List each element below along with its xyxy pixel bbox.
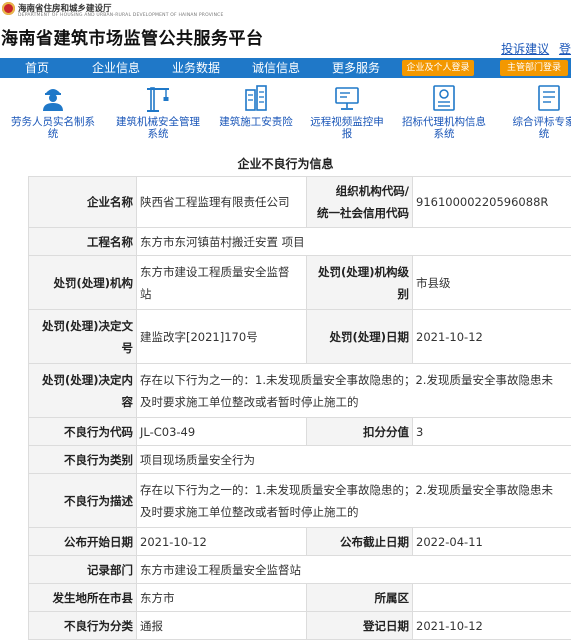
decision-doc-no-label: 处罚(处理)决定文号 — [29, 310, 137, 364]
quick-links: 劳务人员实名制系统 建筑机械安全管理系统 建筑施工安责险 — [0, 80, 571, 146]
table-row: 不良行为类别 项目现场质量安全行为 — [29, 446, 571, 474]
table-row: 工程名称 东方市东河镇苗村搬迁安置 项目 — [29, 228, 571, 256]
quick-link-label: 劳务人员实名制系统 — [0, 116, 106, 140]
register-date-value: 2021-10-12 — [413, 612, 571, 640]
crane-icon — [145, 84, 171, 112]
agency-level-value: 市县级 — [413, 256, 571, 310]
quick-link-label: 建筑施工安责险 — [210, 116, 302, 128]
decision-doc-no-value: 建监改字[2021]170号 — [137, 310, 307, 364]
quick-link-labor-realname[interactable]: 劳务人员实名制系统 — [0, 80, 106, 146]
district-label: 所属区 — [307, 584, 413, 612]
record-dept-value: 东方市建设工程质量安全监督站 — [137, 556, 571, 584]
login-link[interactable]: 登 — [559, 42, 571, 56]
table-row: 不良行为分类 通报 登记日期 2021-10-12 — [29, 612, 571, 640]
table-row: 不良行为描述 存在以下行为之一的：1.未发现质量安全事故隐患的；2.发现质量安全… — [29, 474, 571, 528]
worker-icon — [40, 84, 66, 112]
penalty-date-label: 处罚(处理)日期 — [307, 310, 413, 364]
behavior-code-label: 不良行为代码 — [29, 418, 137, 446]
main-nav: 首页 企业信息 业务数据 诚信信息 更多服务 企业及个人登录 主管部门登录 — [0, 58, 571, 78]
evaluation-expert-icon — [536, 84, 562, 112]
publish-start-label: 公布开始日期 — [29, 528, 137, 556]
company-name-value: 陕西省工程监理有限责任公司 — [137, 177, 307, 228]
penalty-date-value: 2021-10-12 — [413, 310, 571, 364]
table-row: 不良行为代码 JL-C03-49 扣分分值 3 — [29, 418, 571, 446]
nav-business-data[interactable]: 业务数据 — [172, 58, 220, 78]
agency-level-label: 处罚(处理)机构级别 — [307, 256, 413, 310]
company-name-label: 企业名称 — [29, 177, 137, 228]
header-links: 投诉建议 登 — [495, 40, 571, 57]
record-dept-label: 记录部门 — [29, 556, 137, 584]
table-row: 处罚(处理)机构 东方市建设工程质量安全监督站 处罚(处理)机构级别 市县级 — [29, 256, 571, 310]
quick-link-evaluation-expert[interactable]: 综合评标专家统 — [496, 80, 571, 146]
table-row: 公布开始日期 2021-10-12 公布截止日期 2022-04-11 — [29, 528, 571, 556]
behavior-category-label: 不良行为类别 — [29, 446, 137, 474]
behavior-classify-value: 通报 — [137, 612, 307, 640]
behavior-desc-value: 存在以下行为之一的：1.未发现质量安全事故隐患的；2.发现质量安全事故隐患未及时… — [137, 474, 571, 528]
video-monitor-icon — [334, 84, 360, 112]
decision-content-label: 处罚(处理)决定内容 — [29, 364, 137, 418]
nav-enterprise-info[interactable]: 企业信息 — [92, 58, 140, 78]
district-value — [413, 584, 571, 612]
deduct-points-value: 3 — [413, 418, 571, 446]
bad-behavior-detail-table: 企业名称 陕西省工程监理有限责任公司 组织机构代码/统一社会信用代码 91610… — [28, 176, 571, 640]
penalty-agency-label: 处罚(处理)机构 — [29, 256, 137, 310]
admin-login-button[interactable]: 主管部门登录 — [500, 60, 568, 76]
city-label: 发生地所在市县 — [29, 584, 137, 612]
quick-link-video-monitoring[interactable]: 远程视频监控申报 — [302, 80, 392, 146]
building-insurance-icon — [243, 84, 269, 112]
table-row: 记录部门 东方市建设工程质量安全监督站 — [29, 556, 571, 584]
department-name-en: DEPARTMENT OF HOUSING AND URBAN-RURAL DE… — [18, 13, 224, 18]
quick-link-label: 远程视频监控申报 — [302, 116, 392, 140]
table-row: 企业名称 陕西省工程监理有限责任公司 组织机构代码/统一社会信用代码 91610… — [29, 177, 571, 228]
project-name-value: 东方市东河镇苗村搬迁安置 项目 — [137, 228, 571, 256]
quick-link-label: 建筑机械安全管理系统 — [106, 116, 210, 140]
project-name-label: 工程名称 — [29, 228, 137, 256]
behavior-desc-label: 不良行为描述 — [29, 474, 137, 528]
behavior-category-value: 项目现场质量安全行为 — [137, 446, 571, 474]
quick-link-bidding-agent[interactable]: 招标代理机构信息系统 — [392, 80, 496, 146]
city-value: 东方市 — [137, 584, 307, 612]
behavior-classify-label: 不良行为分类 — [29, 612, 137, 640]
behavior-code-value: JL-C03-49 — [137, 418, 307, 446]
nav-more-services[interactable]: 更多服务 — [332, 58, 380, 78]
register-date-label: 登记日期 — [307, 612, 413, 640]
publish-end-label: 公布截止日期 — [307, 528, 413, 556]
quick-link-machinery-safety[interactable]: 建筑机械安全管理系统 — [106, 80, 210, 146]
publish-end-value: 2022-04-11 — [413, 528, 571, 556]
org-code-value: 91610000220596088R — [413, 177, 571, 228]
enterprise-login-button[interactable]: 企业及个人登录 — [402, 60, 474, 76]
org-code-label: 组织机构代码/统一社会信用代码 — [307, 177, 413, 228]
penalty-agency-value: 东方市建设工程质量安全监督站 — [137, 256, 307, 310]
publish-start-value: 2021-10-12 — [137, 528, 307, 556]
department-emblem-icon — [2, 2, 15, 15]
quick-link-construction-insurance[interactable]: 建筑施工安责险 — [210, 80, 302, 146]
quick-link-label: 招标代理机构信息系统 — [392, 116, 496, 140]
nav-home[interactable]: 首页 — [25, 58, 49, 78]
section-title: 企业不良行为信息 — [0, 155, 571, 172]
site-header: 海南省住房和城乡建设厅 DEPARTMENT OF HOUSING AND UR… — [0, 0, 571, 58]
table-row: 发生地所在市县 东方市 所属区 — [29, 584, 571, 612]
bidding-agent-icon — [431, 84, 457, 112]
decision-content-value: 存在以下行为之一的：1.未发现质量安全事故隐患的；2.发现质量安全事故隐患未及时… — [137, 364, 571, 418]
table-row: 处罚(处理)决定内容 存在以下行为之一的：1.未发现质量安全事故隐患的；2.发现… — [29, 364, 571, 418]
nav-credit-info[interactable]: 诚信信息 — [252, 58, 300, 78]
complaint-link[interactable]: 投诉建议 — [501, 42, 549, 56]
quick-link-label: 综合评标专家统 — [504, 116, 571, 140]
deduct-points-label: 扣分分值 — [307, 418, 413, 446]
site-title: 海南省建筑市场监管公共服务平台 — [1, 24, 264, 49]
table-row: 处罚(处理)决定文号 建监改字[2021]170号 处罚(处理)日期 2021-… — [29, 310, 571, 364]
